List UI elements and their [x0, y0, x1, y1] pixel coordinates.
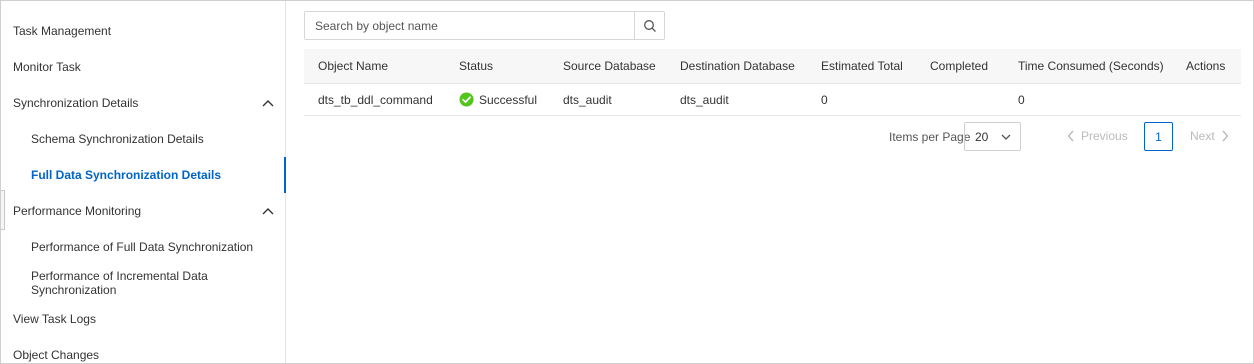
sidebar-item-label: Synchronization Details: [13, 96, 139, 110]
column-header-estimated-total: Estimated Total: [821, 59, 903, 73]
table-row: dts_tb_ddl_command Successful dts_audit …: [304, 84, 1241, 116]
chevron-down-icon: [1001, 134, 1011, 140]
sidebar-item-performance-incremental-data-sync[interactable]: Performance of Incremental Data Synchron…: [1, 265, 285, 301]
page-number-button[interactable]: 1: [1144, 122, 1173, 151]
column-header-destination-database: Destination Database: [680, 59, 795, 73]
sidebar-item-label: Performance Monitoring: [13, 204, 142, 218]
chevron-right-icon: [1222, 130, 1229, 142]
next-label: Next: [1190, 129, 1215, 143]
sidebar-item-label: Schema Synchronization Details: [31, 132, 204, 146]
previous-label: Previous: [1081, 129, 1128, 143]
sidebar-item-performance-monitoring[interactable]: Performance Monitoring: [1, 193, 285, 229]
column-header-actions: Actions: [1186, 59, 1226, 73]
app-frame: Task Management Monitor Task Synchroniza…: [0, 0, 1254, 364]
status-text: Successful: [479, 92, 538, 107]
chevron-up-icon[interactable]: [261, 205, 275, 217]
items-per-page-value: 20: [975, 129, 989, 144]
search-box: [304, 11, 665, 40]
sidebar-item-full-data-synchronization-details[interactable]: Full Data Synchronization Details: [1, 157, 286, 193]
chevron-up-icon[interactable]: [261, 97, 275, 109]
sidebar-item-label: Performance of Incremental Data Synchron…: [31, 269, 208, 297]
column-header-time-consumed: Time Consumed (Seconds): [1018, 59, 1164, 73]
column-header-completed: Completed: [930, 59, 989, 73]
sidebar-item-schema-synchronization-details[interactable]: Schema Synchronization Details: [1, 121, 285, 157]
search-input[interactable]: [305, 12, 634, 39]
sidebar-item-performance-full-data-sync[interactable]: Performance of Full Data Synchronization: [1, 229, 285, 265]
sidebar-item-label: Task Management: [13, 24, 112, 38]
sidebar-item-label: Full Data Synchronization Details: [31, 168, 222, 182]
chevron-left-icon: [1067, 130, 1074, 142]
sync-details-table: Object Name Status Source Database Desti…: [304, 49, 1241, 116]
sidebar-collapse-handle[interactable]: [1, 190, 5, 230]
search-icon: [643, 19, 656, 32]
table-header: Object Name Status Source Database Desti…: [304, 49, 1241, 84]
sidebar-item-label: View Task Logs: [13, 312, 96, 326]
sidebar-item-label: Performance of Full Data Synchronization: [31, 240, 254, 254]
search-button[interactable]: [634, 12, 664, 39]
previous-page-button[interactable]: Previous: [1067, 129, 1128, 143]
column-header-object-name: Object Name: [318, 59, 389, 73]
cell-status: Successful: [459, 84, 537, 115]
column-header-source-database: Source Database: [563, 59, 656, 73]
sidebar: Task Management Monitor Task Synchroniza…: [1, 1, 286, 363]
sidebar-item-monitor-task[interactable]: Monitor Task: [1, 49, 285, 85]
sidebar-item-label: Object Changes: [13, 348, 100, 362]
cell-destination-database: dts_audit: [680, 92, 729, 107]
sidebar-item-object-changes[interactable]: Object Changes: [1, 337, 285, 363]
items-per-page-label: Items per Page: [889, 130, 971, 144]
sidebar-item-view-task-logs[interactable]: View Task Logs: [1, 301, 285, 337]
sidebar-item-label: Monitor Task: [13, 60, 81, 74]
items-per-page-select[interactable]: 20: [964, 122, 1021, 151]
column-header-status: Status: [459, 59, 494, 73]
cell-estimated-total: 0: [821, 92, 828, 107]
cell-time-consumed: 0: [1018, 92, 1025, 107]
cell-source-database: dts_audit: [563, 92, 612, 107]
cell-object-name: dts_tb_ddl_command: [318, 92, 433, 107]
sidebar-item-synchronization-details[interactable]: Synchronization Details: [1, 85, 285, 121]
pagination: Items per Page 20 Previous 1 Next: [287, 122, 1247, 152]
sidebar-item-task-management[interactable]: Task Management: [1, 13, 285, 49]
next-page-button[interactable]: Next: [1190, 129, 1229, 143]
success-check-icon: [459, 92, 474, 107]
main-content: Object Name Status Source Database Desti…: [287, 1, 1253, 363]
